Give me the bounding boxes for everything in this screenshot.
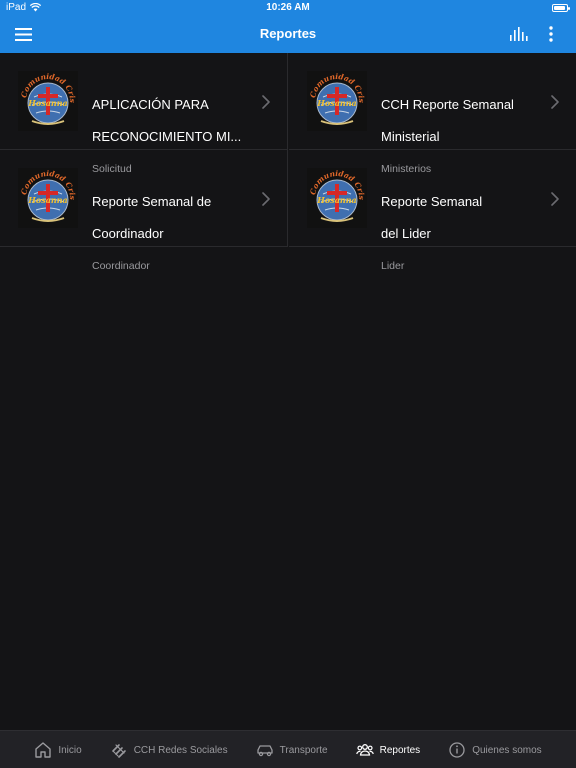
tab-reportes[interactable]: Reportes (342, 731, 435, 768)
battery-icon (552, 4, 570, 12)
page-title: Reportes (259, 26, 317, 41)
car-icon (256, 745, 273, 757)
report-item-coordinador[interactable]: Comunidad Cristiana Hosanna Reporte Sema… (0, 150, 288, 272)
report-subtitle: Lider (381, 260, 405, 272)
report-text: Reporte Semanal de Coordinador Coordinad… (92, 178, 247, 272)
report-title: CCH Reporte Semanal Ministerial (381, 81, 536, 161)
tab-quienes-somos[interactable]: Quienes somos (434, 731, 555, 768)
church-logo-icon: Comunidad Cristiana Hosanna (18, 71, 78, 131)
more-button[interactable] (538, 22, 564, 46)
tab-label: Reportes (379, 744, 421, 756)
navigation-bar: Reportes (0, 16, 576, 53)
people-icon (355, 744, 374, 756)
logo-center-text: Hosanna (27, 98, 67, 108)
chevron-right-icon (551, 95, 559, 109)
report-title-line1: APLICACIÓN PARA (92, 97, 209, 112)
status-time: 10:26 AM (266, 2, 310, 13)
home-icon (35, 742, 52, 758)
chevron-right-icon (551, 192, 559, 206)
report-subtitle: Coordinador (92, 260, 150, 272)
tab-inicio[interactable]: Inicio (20, 731, 95, 768)
report-title-line1: CCH Reporte Semanal (381, 97, 514, 112)
status-bar: iPad 10:26 AM (0, 0, 576, 16)
chevron-right-icon (262, 192, 270, 206)
report-title-line1: Reporte Semanal (381, 194, 483, 209)
bar-chart-icon (510, 27, 528, 41)
tab-label: Inicio (58, 744, 82, 756)
tab-redes-sociales[interactable]: CCH Redes Sociales (96, 731, 242, 768)
chevron-right-icon (262, 95, 270, 109)
report-item-ministerial[interactable]: Comunidad Cristiana Hosanna CCH Reporte … (289, 53, 576, 175)
church-logo-icon: Comunidad Cristiana Hosanna (18, 168, 78, 228)
church-logo-icon: Comunidad Cristiana Hosanna (307, 168, 367, 228)
info-icon (449, 742, 465, 758)
tab-label: Quienes somos (472, 744, 542, 756)
logo-center-text: Hosanna (316, 195, 356, 205)
more-vertical-icon (549, 26, 553, 42)
report-title: Reporte Semanal del Lider (381, 178, 536, 258)
report-item-reconocimiento[interactable]: Comunidad Cristiana Hosanna APLICACIÓN P… (0, 53, 288, 175)
social-network-icon (111, 744, 126, 758)
report-title-line2: Coordinador (92, 226, 164, 241)
report-title-line2: del Lider (381, 226, 431, 241)
tab-transporte[interactable]: Transporte (242, 731, 342, 768)
tab-label: Transporte (279, 744, 328, 756)
report-title: APLICACIÓN PARA RECONOCIMIENTO MI... (92, 81, 247, 161)
report-title: Reporte Semanal de Coordinador (92, 178, 247, 258)
report-item-lider[interactable]: Comunidad Cristiana Hosanna Reporte Sema… (289, 150, 576, 272)
report-title-line1: Reporte Semanal de (92, 194, 212, 209)
logo-center-text: Hosanna (27, 195, 67, 205)
logo-center-text: Hosanna (316, 98, 356, 108)
report-title-line2: Ministerial (381, 129, 440, 144)
tab-label: CCH Redes Sociales (133, 744, 228, 756)
tab-bar: Inicio CCH Redes Sociales Transporte Rep… (0, 730, 576, 768)
report-text: Reporte Semanal del Lider Lider (381, 178, 536, 272)
stats-button[interactable] (506, 22, 532, 46)
church-logo-icon: Comunidad Cristiana Hosanna (307, 71, 367, 131)
report-title-line2: RECONOCIMIENTO MI... (92, 129, 242, 144)
